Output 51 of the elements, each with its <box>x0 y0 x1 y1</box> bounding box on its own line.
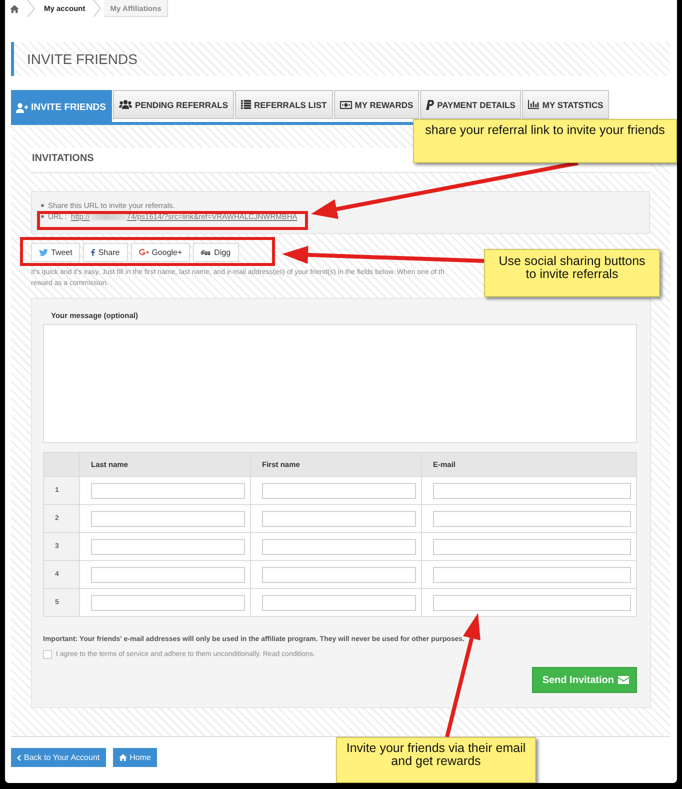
tab[interactable]: PAYMENT DETAILS <box>420 90 522 119</box>
callout-note: Use social sharing buttons to invite referrals <box>484 249 660 297</box>
home-icon <box>10 4 19 12</box>
share-button[interactable]: Google+ <box>130 243 190 262</box>
last-name-input[interactable] <box>91 482 245 498</box>
home-icon <box>118 754 127 761</box>
chevron-divider-icon <box>27 0 35 17</box>
bullet-icon <box>41 204 44 206</box>
chevron-divider-icon <box>93 0 102 17</box>
tab[interactable]: INVITE FRIENDS <box>11 90 112 122</box>
tab[interactable]: PENDING REFERRALS <box>112 90 234 119</box>
last-name-input[interactable] <box>91 594 245 610</box>
callout-note: share your referral link to invite your friends <box>413 119 677 163</box>
user-plus-icon <box>16 102 28 112</box>
share-button[interactable]: Share <box>83 243 128 262</box>
banknote-icon <box>340 100 352 108</box>
back-button[interactable]: Back to Your Account <box>11 748 106 767</box>
p-mark-icon <box>426 100 434 110</box>
callout-note: Invite your friends via their email and get rewards <box>336 737 536 783</box>
bar-chart-icon <box>528 100 540 109</box>
tab[interactable]: MY STATSTICS <box>522 90 610 119</box>
nav-button[interactable]: Home <box>112 748 157 767</box>
message-textarea[interactable] <box>43 324 637 443</box>
logo-icon <box>201 250 212 255</box>
last-name-input[interactable] <box>91 538 245 554</box>
list-icon <box>241 100 251 109</box>
tab[interactable]: MY REWARDS <box>334 90 420 119</box>
f-logo-icon <box>91 249 96 256</box>
first-name-input[interactable] <box>262 566 416 582</box>
last-name-input[interactable] <box>91 566 245 582</box>
email-input[interactable] <box>433 510 631 526</box>
first-name-input[interactable] <box>262 594 416 610</box>
email-input[interactable] <box>433 482 631 498</box>
g-plus-icon <box>138 249 149 256</box>
bird-icon <box>39 249 48 256</box>
first-name-input[interactable] <box>262 482 416 498</box>
email-input[interactable] <box>433 566 631 582</box>
group-icon <box>118 100 132 109</box>
share-button[interactable]: Digg <box>193 243 239 262</box>
page-title: INVITE FRIENDS <box>27 51 138 67</box>
email-input[interactable] <box>433 594 631 610</box>
tab[interactable]: REFERRALS LIST <box>235 90 333 119</box>
email-input[interactable] <box>433 538 631 554</box>
terms-checkbox[interactable] <box>43 650 52 659</box>
envelope-icon <box>618 676 629 684</box>
share-button[interactable]: Tweet <box>31 243 80 262</box>
bullet-icon <box>41 214 44 218</box>
first-name-input[interactable] <box>262 510 416 526</box>
first-name-input[interactable] <box>262 538 416 554</box>
chevron-left-icon <box>17 754 21 760</box>
last-name-input[interactable] <box>91 510 245 526</box>
